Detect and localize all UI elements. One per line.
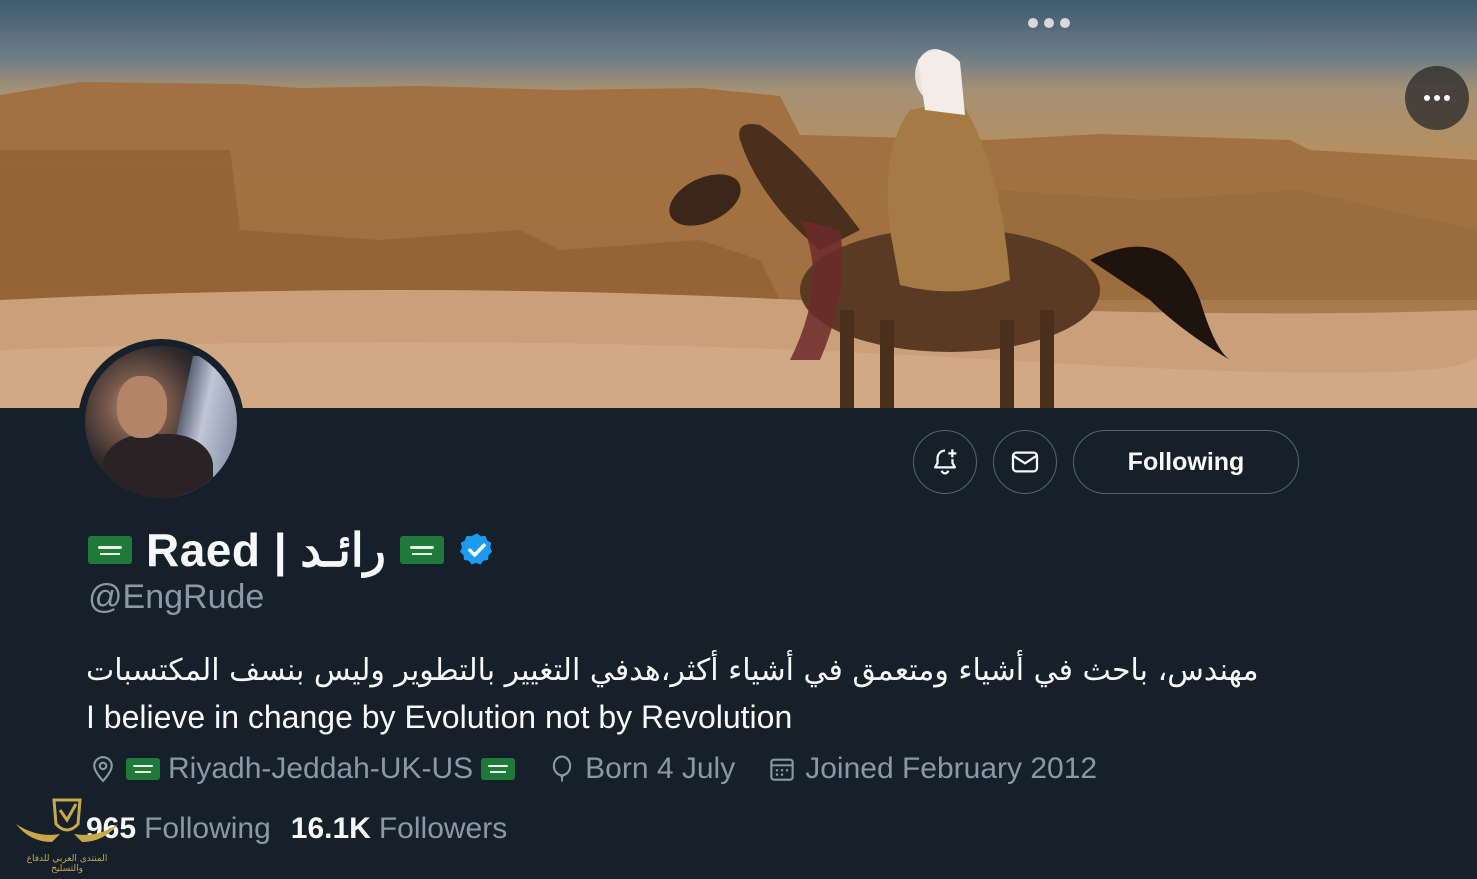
message-button[interactable] bbox=[993, 430, 1057, 494]
location-text: Riyadh-Jeddah-UK-US bbox=[168, 752, 474, 785]
desert-horse-rider-banner bbox=[0, 49, 1477, 408]
profile-banner[interactable] bbox=[0, 0, 1477, 408]
balloon-icon bbox=[552, 755, 572, 782]
followers-label: Followers bbox=[378, 812, 508, 845]
profile-bio: مهندس، باحث في أشياء ومتعمق في أشياء أكث… bbox=[86, 648, 1326, 740]
followers-count: 16.1K bbox=[290, 812, 371, 845]
joined-text: Joined February 2012 bbox=[805, 752, 1098, 785]
notifications-button[interactable] bbox=[913, 430, 977, 494]
follow-stats: 965 Following 16.1K Followers bbox=[86, 808, 527, 850]
following-button[interactable]: Following bbox=[1073, 430, 1299, 494]
saudi-flag-icon bbox=[399, 536, 444, 564]
profile-meta: Riyadh-Jeddah-UK-US Born 4 July Joined F… bbox=[88, 748, 1129, 790]
more-horizontal-icon bbox=[1424, 95, 1450, 101]
location-item: Riyadh-Jeddah-UK-US bbox=[88, 752, 516, 786]
profile-avatar[interactable] bbox=[78, 339, 244, 505]
saudi-flag-icon bbox=[88, 536, 132, 564]
bio-english: I believe in change by Evolution not by … bbox=[86, 699, 793, 735]
profile-handle: @EngRude bbox=[88, 578, 265, 616]
more-options-button[interactable] bbox=[1405, 66, 1469, 130]
bio-arabic: مهندس، باحث في أشياء ومتعمق في أشياء أكث… bbox=[86, 653, 1259, 688]
forum-watermark: المنتدى العربي للدفاع والتسليح bbox=[12, 794, 122, 876]
followers-count-link[interactable]: 16.1K Followers bbox=[291, 812, 507, 846]
birthday-text: Born 4 July bbox=[585, 752, 736, 785]
carousel-dots bbox=[1028, 18, 1070, 28]
location-pin-icon bbox=[93, 756, 113, 783]
display-name: Raed | رائـد bbox=[146, 524, 386, 576]
bell-plus-icon bbox=[934, 449, 957, 475]
saudi-flag-icon bbox=[481, 758, 516, 780]
following-label: Following bbox=[144, 812, 271, 845]
birthday-item: Born 4 July bbox=[547, 752, 735, 786]
joined-item: Joined February 2012 bbox=[767, 752, 1097, 786]
watermark-text: المنتدى العربي للدفاع والتسليح bbox=[26, 854, 108, 874]
mail-icon bbox=[1011, 451, 1039, 473]
verified-badge-icon[interactable] bbox=[458, 531, 496, 569]
display-name-row: Raed | رائـد bbox=[88, 522, 496, 578]
saudi-flag-icon bbox=[126, 758, 160, 780]
shield-wings-logo bbox=[16, 798, 118, 842]
calendar-icon bbox=[770, 758, 794, 781]
avatar-image bbox=[85, 346, 237, 498]
